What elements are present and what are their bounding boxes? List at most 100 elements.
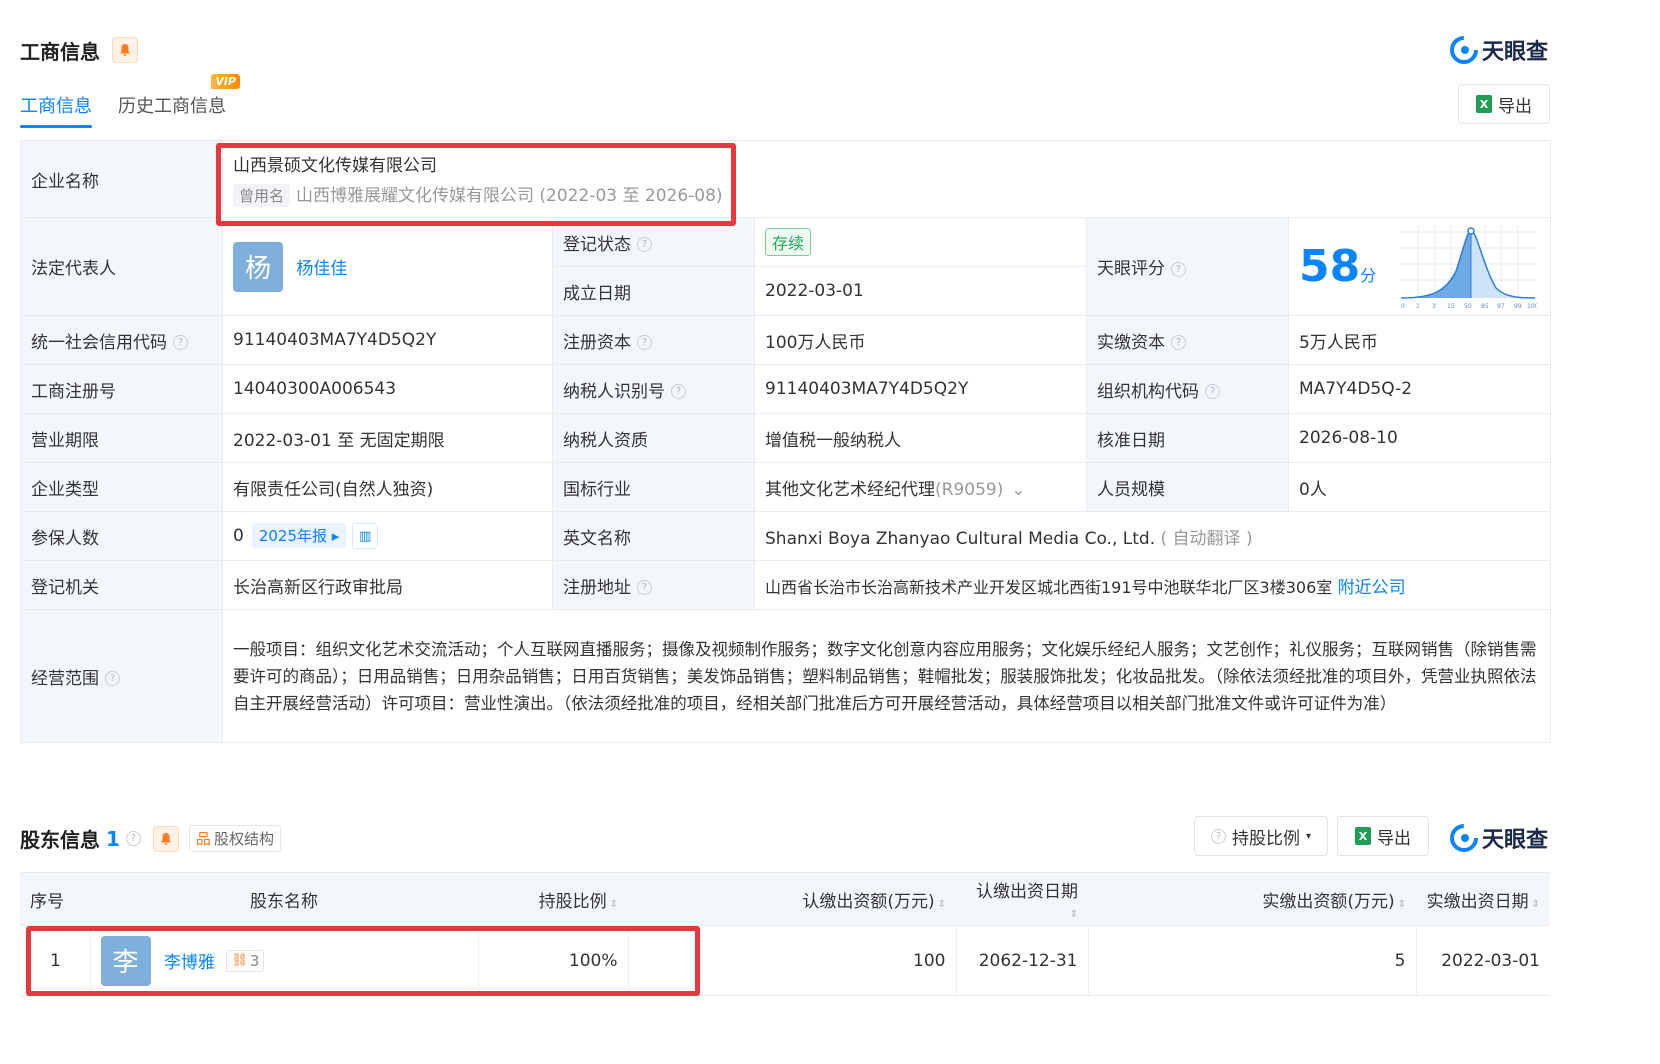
legal-rep-avatar[interactable]: 杨 bbox=[233, 241, 283, 292]
excel-icon: X bbox=[1476, 95, 1492, 113]
export-button[interactable]: X 导出 bbox=[1337, 816, 1429, 856]
help-icon[interactable]: ? bbox=[637, 580, 652, 595]
tianyan-score-label-text: 天眼评分 bbox=[1097, 259, 1165, 279]
col-header-paid-amount[interactable]: 实缴出资额(万元) ⇕ bbox=[1088, 872, 1416, 926]
logo-text: 天眼查 bbox=[1482, 828, 1549, 853]
paid-capital: 5万人民币 bbox=[1287, 315, 1552, 365]
tab-business-info[interactable]: 工商信息 bbox=[20, 92, 92, 128]
shareholder-count: 1 bbox=[106, 826, 120, 851]
english-name-note: ( 自动翻译 ) bbox=[1160, 528, 1253, 549]
tab-history-label: 历史工商信息 bbox=[118, 96, 226, 117]
help-icon[interactable]: ? bbox=[125, 831, 141, 846]
type-label: 企业类型 bbox=[20, 462, 223, 512]
equity-structure-button[interactable]: 品 股权结构 bbox=[188, 825, 281, 852]
reg-capital-label: 注册资本? bbox=[552, 315, 755, 365]
col-header-subscribed-date[interactable]: 认缴出资日期 ⇕ bbox=[956, 872, 1088, 926]
col-header-ratio-text: 持股比例 bbox=[538, 891, 607, 912]
score-axis-tick: 85 bbox=[1481, 303, 1489, 310]
company-type: 有限责任公司(自然人独资) bbox=[222, 462, 553, 512]
org-code-label-text: 组织机构代码 bbox=[1097, 381, 1199, 402]
paid-date: 2022-03-01 bbox=[1416, 925, 1550, 996]
help-icon[interactable]: ? bbox=[637, 335, 652, 350]
business-info-table: 企业名称 山西景硕文化传媒有限公司 曾用名 山西博雅展耀文化传媒有限公司 (202… bbox=[20, 140, 1552, 743]
legal-rep-label: 法定代表人 bbox=[20, 217, 223, 316]
found-date: 2022-03-01 bbox=[754, 266, 1087, 316]
insured-label: 参保人数 bbox=[20, 511, 223, 561]
col-header-paid-date-text: 实缴出资日期 bbox=[1426, 891, 1529, 912]
tianyan-score-unit: 分 bbox=[1360, 266, 1377, 285]
taxpayer-id: 91140403MA7Y4D5Q2Y bbox=[754, 364, 1087, 414]
bell-icon[interactable] bbox=[112, 37, 138, 63]
logo-text: 天眼查 bbox=[1482, 40, 1549, 65]
address: 山西省长治市长治高新技术产业开发区城北西街191号中池联华北厂区3楼306室 bbox=[765, 577, 1333, 597]
english-name-cell: Shanxi Boya Zhanyao Cultural Media Co., … bbox=[753, 511, 1552, 561]
legal-rep-cell: 杨 杨佳佳 bbox=[222, 217, 553, 316]
col-header-paid-date[interactable]: 实缴出资日期 ⇕ bbox=[1416, 872, 1550, 926]
score-axis-tick: 1 bbox=[1416, 303, 1420, 310]
industry: 其他文化艺术经纪代理 bbox=[765, 479, 935, 500]
bell-icon[interactable] bbox=[152, 825, 179, 852]
help-icon[interactable]: ? bbox=[173, 335, 188, 350]
help-icon[interactable]: ? bbox=[105, 671, 120, 686]
col-header-subscribed-amount-text: 认缴出资额(万元) bbox=[802, 891, 935, 912]
help-icon[interactable]: ? bbox=[637, 237, 652, 252]
taxpayer-id-label-text: 纳税人识别号 bbox=[563, 381, 665, 402]
authority-label: 登记机关 bbox=[20, 560, 223, 610]
credit-code-label: 统一社会信用代码? bbox=[20, 315, 223, 365]
reg-capital-label-text: 注册资本 bbox=[563, 332, 631, 353]
nearby-companies-link[interactable]: 附近公司 bbox=[1338, 578, 1406, 598]
found-date-label: 成立日期 bbox=[552, 266, 755, 316]
industry-code: (R9059) bbox=[935, 479, 1004, 500]
col-header-ratio[interactable]: 持股比例 ⇕ bbox=[478, 872, 628, 926]
chevron-down-icon[interactable]: ⌄ bbox=[1011, 480, 1025, 500]
tianyan-score-value: 58 bbox=[1299, 241, 1361, 292]
tianyancha-logo-icon bbox=[1450, 824, 1478, 852]
sort-icon: ⇕ bbox=[1531, 898, 1540, 910]
score-axis-tick: 0 bbox=[1401, 303, 1405, 310]
score-axis-tick: 3 bbox=[1432, 303, 1436, 310]
industry-cell[interactable]: 其他文化艺术经纪代理(R9059) ⌄ bbox=[754, 462, 1087, 512]
help-icon[interactable]: ? bbox=[1171, 335, 1186, 350]
org-code-label: 组织机构代码? bbox=[1086, 364, 1289, 414]
score-axis-tick: 97 bbox=[1497, 303, 1505, 310]
section-title-business-info: 工商信息 bbox=[20, 40, 100, 64]
paid-capital-label-text: 实缴资本 bbox=[1097, 332, 1165, 353]
sort-icon: ⇕ bbox=[609, 898, 618, 910]
score-axis-tick: 50 bbox=[1464, 303, 1472, 310]
address-label: 注册地址? bbox=[552, 560, 755, 610]
annual-report-label: 2025年报 bbox=[258, 527, 328, 545]
help-icon[interactable]: ? bbox=[1205, 384, 1220, 399]
help-icon[interactable]: ? bbox=[671, 384, 686, 399]
legal-rep-name-link[interactable]: 杨佳佳 bbox=[296, 259, 347, 279]
col-header-paid-amount-text: 实缴出资额(万元) bbox=[1262, 891, 1395, 912]
taxpayer-qual-label: 纳税人资质 bbox=[552, 413, 755, 463]
score-distribution-chart: 0 1 3 15 50 85 97 99 100 bbox=[1401, 226, 1537, 310]
company-name-label: 企业名称 bbox=[20, 140, 223, 218]
ratio-filter-dropdown[interactable]: ? 持股比例 ▾ bbox=[1194, 816, 1328, 856]
term-label: 营业期限 bbox=[20, 413, 223, 463]
tab-history-business-info[interactable]: 历史工商信息 VIP bbox=[118, 74, 240, 128]
col-header-subscribed-amount[interactable]: 认缴出资额(万元) ⇕ bbox=[628, 872, 956, 926]
sort-icon: ⇕ bbox=[1069, 908, 1078, 920]
english-name: Shanxi Boya Zhanyao Cultural Media Co., … bbox=[765, 528, 1156, 549]
taxpayer-qual: 增值税一般纳税人 bbox=[754, 413, 1087, 463]
taxpayer-id-label: 纳税人识别号? bbox=[552, 364, 755, 414]
org-chart-icon: 品 bbox=[195, 830, 211, 848]
biz-reg-no: 14040300A006543 bbox=[222, 364, 553, 414]
annual-report-tag[interactable]: 2025年报 ▸ bbox=[251, 523, 347, 548]
help-icon[interactable]: ? bbox=[1171, 261, 1186, 277]
scope-label-text: 经营范围 bbox=[31, 668, 99, 689]
credit-code: 91140403MA7Y4D5Q2Y bbox=[222, 315, 553, 365]
address-label-text: 注册地址 bbox=[563, 577, 631, 598]
export-label: 导出 bbox=[1498, 96, 1532, 117]
reg-status-label-text: 登记状态 bbox=[563, 234, 631, 255]
tianyancha-logo: 天眼查 bbox=[1450, 34, 1548, 66]
tianyan-score-cell[interactable]: 58分 0 1 3 15 50 85 97 99 100 bbox=[1287, 217, 1552, 316]
tianyancha-logo-icon bbox=[1450, 36, 1478, 64]
tianyancha-logo: 天眼查 bbox=[1450, 822, 1548, 854]
help-icon: ? bbox=[1210, 828, 1226, 844]
section-title-shareholders: 股东信息 bbox=[20, 828, 100, 852]
trend-chart-icon[interactable]: ▥ bbox=[352, 523, 379, 549]
export-button[interactable]: X 导出 bbox=[1458, 84, 1550, 124]
org-code: MA7Y4D5Q-2 bbox=[1287, 364, 1552, 414]
